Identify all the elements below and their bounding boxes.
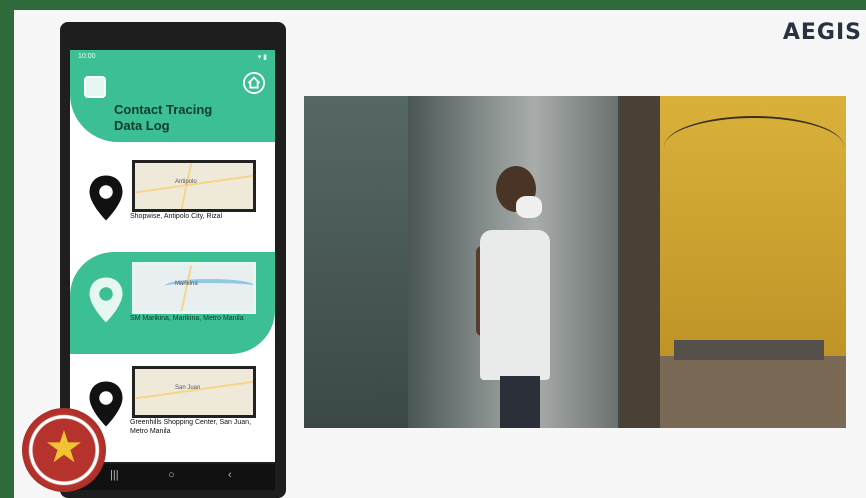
map-thumbnail[interactable]: San Juan (132, 366, 256, 418)
status-time: 10:00 (78, 53, 96, 60)
entry-address: SM Marikina, Marikina, Metro Manila (130, 315, 244, 322)
log-entry[interactable]: Antipolo Shopwise, Antipolo City, Rizal (70, 150, 275, 252)
slide: AEGIS 10:00 ▾ ▮ Contact Tracing Data Log (14, 10, 866, 498)
seal-logo: ★ (22, 408, 106, 492)
map-label: Antipolo (175, 179, 197, 185)
map-thumbnail[interactable]: Marikina (132, 262, 256, 314)
app-title: Contact Tracing Data Log (114, 102, 244, 134)
star-icon: ★ (44, 423, 84, 472)
app-title-line2: Data Log (114, 118, 170, 133)
map-thumbnail[interactable]: Antipolo (132, 160, 256, 212)
photo-doorframe (620, 96, 660, 428)
app-header: Contact Tracing Data Log (70, 64, 275, 142)
log-entry[interactable]: Marikina SM Marikina, Marikina, Metro Ma… (70, 252, 275, 354)
back-button[interactable]: ‹ (228, 469, 232, 481)
map-road (179, 163, 193, 209)
status-bar: 10:00 ▾ ▮ (70, 50, 275, 64)
location-pin-icon (89, 277, 123, 323)
app-title-line1: Contact Tracing (114, 102, 213, 117)
entry-address: Greenhills Shopping Center, San Juan, Me… (130, 419, 252, 435)
photo-face-mask (516, 196, 542, 218)
app-icon (84, 76, 106, 98)
home-button[interactable]: ○ (168, 469, 175, 481)
photo-person-legs (500, 376, 540, 428)
phone-screen: 10:00 ▾ ▮ Contact Tracing Data Log Antip… (70, 50, 275, 462)
home-icon[interactable] (243, 72, 265, 94)
location-pin-icon (89, 175, 123, 221)
photo-cable (664, 116, 844, 178)
photo-shelf-items (674, 340, 824, 360)
disinfection-photo (304, 96, 846, 428)
brand-logo: AEGIS (782, 20, 862, 45)
recent-apps-button[interactable]: ||| (110, 469, 119, 481)
map-label: San Juan (175, 385, 201, 391)
entry-address: Shopwise, Antipolo City, Rizal (130, 213, 223, 220)
photo-person-body (480, 230, 550, 380)
status-icons: ▾ ▮ (257, 54, 267, 61)
photo-shelf (660, 356, 846, 428)
map-label: Marikina (175, 281, 198, 287)
photo-wall (304, 96, 408, 428)
